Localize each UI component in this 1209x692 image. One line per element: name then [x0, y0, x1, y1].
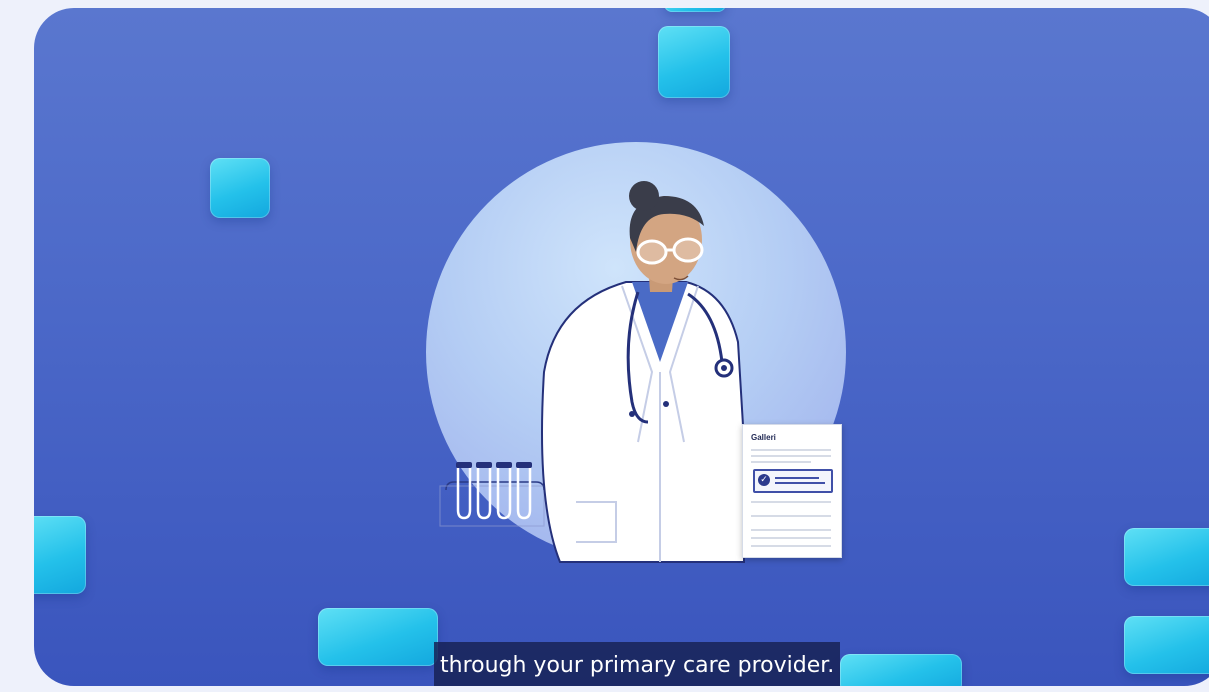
decorative-tile	[1124, 528, 1209, 586]
report-result-line	[775, 477, 819, 479]
test-tubes-icon	[439, 462, 545, 527]
check-icon: ✓	[758, 474, 770, 486]
report-text-line	[751, 501, 831, 503]
report-text-line	[751, 449, 831, 451]
galleri-report-card: Galleri ✓	[742, 424, 842, 558]
report-text-line	[751, 529, 831, 531]
subtitle-text: through your primary care provider.	[440, 653, 835, 678]
report-result-line	[775, 482, 825, 484]
report-text-line	[751, 455, 831, 457]
report-text-line	[751, 461, 811, 463]
decorative-tile	[664, 8, 726, 12]
decorative-tile	[318, 608, 438, 666]
decorative-tile	[34, 516, 86, 594]
galleri-logo: Galleri	[751, 433, 776, 442]
report-text-line	[751, 515, 831, 517]
decorative-tile	[658, 26, 730, 98]
video-subtitle: through your primary care provider.	[434, 642, 841, 686]
report-text-line	[751, 537, 831, 539]
decorative-tile	[840, 654, 962, 686]
decorative-tile	[1124, 616, 1209, 674]
report-text-line	[751, 545, 831, 547]
report-result-box: ✓	[753, 469, 833, 493]
decorative-tile	[210, 158, 270, 218]
video-frame[interactable]: Galleri ✓ through your primary care prov…	[34, 8, 1209, 686]
